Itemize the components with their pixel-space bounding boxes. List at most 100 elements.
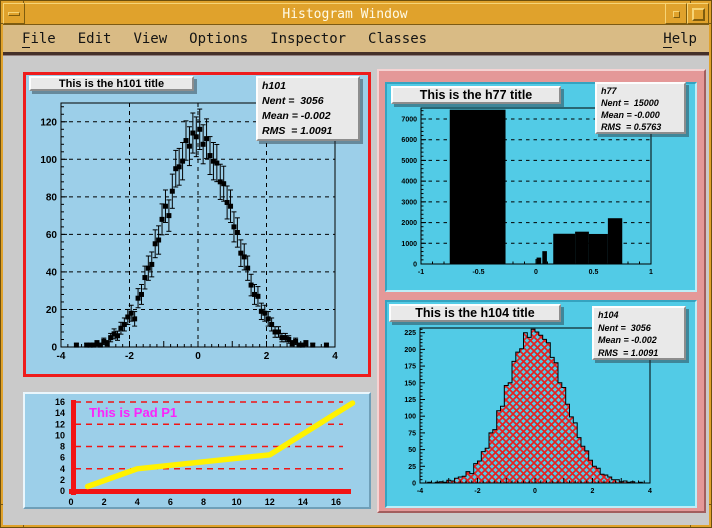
svg-text:20: 20 xyxy=(46,305,58,316)
svg-text:16: 16 xyxy=(55,397,65,407)
svg-text:12: 12 xyxy=(55,419,65,429)
svg-text:-1: -1 xyxy=(418,269,424,276)
stats-rms: RMS = 1.0091 xyxy=(262,124,354,139)
svg-text:200: 200 xyxy=(404,347,416,354)
stats-mean: Mean = -0.002 xyxy=(262,109,354,124)
svg-text:1: 1 xyxy=(649,269,653,276)
svg-text:16: 16 xyxy=(331,497,341,507)
svg-text:175: 175 xyxy=(404,364,416,371)
svg-text:-0.5: -0.5 xyxy=(472,269,484,276)
stats-entries: Nent = 3056 xyxy=(262,94,354,109)
svg-text:0.5: 0.5 xyxy=(589,269,599,276)
stats-mean: Mean = -0.002 xyxy=(598,334,680,347)
svg-text:125: 125 xyxy=(404,397,416,404)
h77-title-box[interactable]: This is the h77 title xyxy=(391,86,561,104)
svg-text:0: 0 xyxy=(412,481,416,488)
window-title: Histogram Window xyxy=(25,3,665,24)
stats-mean: Mean = -0.000 xyxy=(601,109,680,121)
svg-text:-4: -4 xyxy=(417,488,423,495)
svg-text:120: 120 xyxy=(40,117,57,128)
menu-accelerator: H xyxy=(663,31,671,48)
window-menu-icon xyxy=(8,12,20,16)
svg-text:1000: 1000 xyxy=(401,241,417,248)
svg-text:-2: -2 xyxy=(474,488,480,495)
svg-text:10: 10 xyxy=(232,497,242,507)
svg-text:100: 100 xyxy=(404,414,416,421)
svg-text:2: 2 xyxy=(264,351,270,362)
svg-text:10: 10 xyxy=(55,430,65,440)
menu-item-edit[interactable]: Edit xyxy=(67,31,123,47)
svg-text:50: 50 xyxy=(408,447,416,454)
menu-item-file[interactable]: File xyxy=(11,31,67,47)
svg-text:4: 4 xyxy=(60,464,65,474)
menu-item-view[interactable]: View xyxy=(122,31,178,47)
pad-h101[interactable]: -4-2024020406080100120 This is the h101 … xyxy=(23,72,371,377)
svg-text:2: 2 xyxy=(591,488,595,495)
svg-text:12: 12 xyxy=(265,497,275,507)
minimize-icon xyxy=(673,11,680,18)
svg-text:75: 75 xyxy=(408,430,416,437)
p1-pad-label: This is Pad P1 xyxy=(89,405,177,420)
svg-text:4: 4 xyxy=(648,488,652,495)
maximize-button[interactable] xyxy=(687,3,709,24)
svg-text:-4: -4 xyxy=(57,351,66,362)
h104-stats-box[interactable]: h104 Nent = 3056 Mean = -0.002 RMS = 1.0… xyxy=(592,306,686,360)
svg-text:2: 2 xyxy=(102,497,107,507)
svg-text:7000: 7000 xyxy=(401,116,417,123)
pad-p1[interactable]: 02468101214160246810121416 This is Pad P… xyxy=(23,392,371,509)
svg-text:225: 225 xyxy=(404,330,416,337)
stats-rms: RMS = 1.0091 xyxy=(598,347,680,360)
h104-title-box[interactable]: This is the h104 title xyxy=(389,304,561,322)
svg-text:60: 60 xyxy=(46,230,58,241)
h77-stats-box[interactable]: h77 Nent = 15000 Mean = -0.000 RMS = 0.5… xyxy=(595,82,686,134)
maximize-icon xyxy=(692,8,705,21)
svg-text:6: 6 xyxy=(168,497,173,507)
menubar: FileEditViewOptionsInspectorClasses Help xyxy=(3,25,709,55)
svg-text:0: 0 xyxy=(533,488,537,495)
menu-item-inspector[interactable]: Inspector xyxy=(259,31,357,47)
svg-text:6000: 6000 xyxy=(401,137,417,144)
p1-plot[interactable]: 02468101214160246810121416 xyxy=(25,394,369,507)
svg-text:0: 0 xyxy=(51,343,57,354)
minimize-button[interactable] xyxy=(665,3,687,24)
svg-text:14: 14 xyxy=(298,497,308,507)
svg-text:8: 8 xyxy=(201,497,206,507)
svg-text:8: 8 xyxy=(60,442,65,452)
menu-item-classes[interactable]: Classes xyxy=(357,31,438,47)
svg-text:0: 0 xyxy=(195,351,201,362)
titlebar[interactable]: Histogram Window xyxy=(3,3,709,25)
svg-text:5000: 5000 xyxy=(401,158,417,165)
window-menu-button[interactable] xyxy=(3,3,25,24)
svg-text:25: 25 xyxy=(408,464,416,471)
svg-text:0: 0 xyxy=(534,269,538,276)
svg-text:2: 2 xyxy=(60,475,65,485)
svg-text:-2: -2 xyxy=(125,351,134,362)
stats-rms: RMS = 0.5763 xyxy=(601,121,680,133)
pad-right-panel[interactable]: -1-0.500.5101000200030004000500060007000… xyxy=(377,69,706,513)
stats-hist-name: h101 xyxy=(262,79,354,94)
svg-text:4: 4 xyxy=(135,497,140,507)
svg-text:0: 0 xyxy=(413,262,417,269)
menu-accelerator: F xyxy=(22,31,30,48)
menu-item-help[interactable]: Help xyxy=(652,31,701,47)
svg-text:100: 100 xyxy=(40,155,57,166)
svg-text:0: 0 xyxy=(68,497,73,507)
stats-hist-name: h104 xyxy=(598,309,680,322)
svg-text:2000: 2000 xyxy=(401,220,417,227)
stats-entries: Nent = 15000 xyxy=(601,97,680,109)
svg-text:3000: 3000 xyxy=(401,199,417,206)
svg-text:14: 14 xyxy=(55,408,65,418)
menu-item-options[interactable]: Options xyxy=(178,31,259,47)
svg-text:150: 150 xyxy=(404,380,416,387)
svg-text:6: 6 xyxy=(60,453,65,463)
svg-text:0: 0 xyxy=(60,486,65,496)
stats-entries: Nent = 3056 xyxy=(598,322,680,335)
stats-hist-name: h77 xyxy=(601,85,680,97)
root-canvas[interactable]: -4-2024020406080100120 This is the h101 … xyxy=(3,55,709,525)
svg-text:80: 80 xyxy=(46,192,58,203)
svg-text:4: 4 xyxy=(332,351,338,362)
window-frame: Histogram Window FileEditViewOptionsInsp… xyxy=(0,0,712,528)
h101-title-box[interactable]: This is the h101 title xyxy=(29,76,194,91)
h101-stats-box[interactable]: h101 Nent = 3056 Mean = -0.002 RMS = 1.0… xyxy=(256,76,360,141)
svg-text:4000: 4000 xyxy=(401,179,417,186)
